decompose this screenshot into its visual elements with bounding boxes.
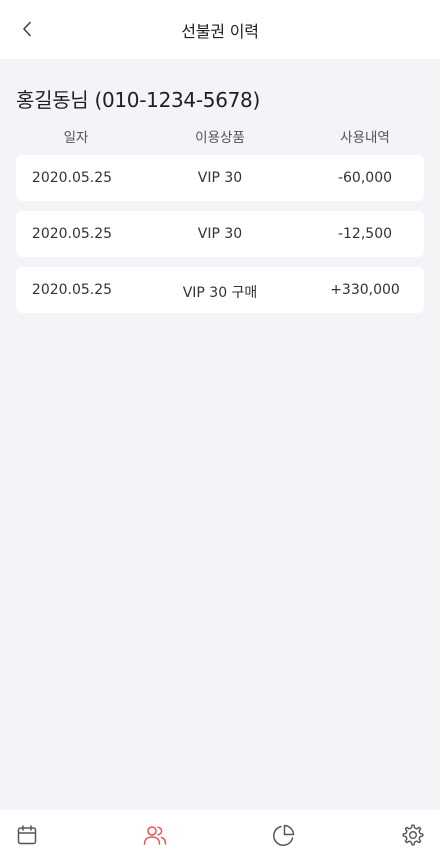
column-header-amount: 사용내역 <box>340 130 390 146</box>
history-row[interactable]: 2020.05.25 VIP 30 -60,000 <box>16 155 424 201</box>
row-date: 2020.05.25 <box>31 282 113 298</box>
history-row[interactable]: 2020.05.25 VIP 30 -12,500 <box>16 211 424 257</box>
page-title: 선불권 이력 <box>181 21 259 41</box>
row-amount: -60,000 <box>337 170 393 186</box>
row-product: VIP 30 <box>197 226 243 242</box>
table-header: 일자 이용상품 사용내역 <box>16 126 424 146</box>
row-date: 2020.05.25 <box>31 226 113 242</box>
row-amount: -12,500 <box>337 226 393 242</box>
row-product: VIP 30 구매 <box>182 285 258 301</box>
row-amount: +330,000 <box>330 282 400 298</box>
nav-calendar[interactable] <box>14 822 40 848</box>
bottom-navigation <box>0 810 440 860</box>
settings-icon <box>402 824 424 846</box>
row-date: 2020.05.25 <box>31 170 113 186</box>
back-button[interactable] <box>14 16 40 42</box>
history-row[interactable]: 2020.05.25 VIP 30 구매 +330,000 <box>16 267 424 313</box>
chevron-left-icon <box>23 21 31 37</box>
column-header-date: 일자 <box>63 130 89 146</box>
calendar-icon <box>17 825 37 845</box>
customer-info: 홍길동님 (010-1234-5678) <box>16 88 260 112</box>
pie-chart-icon <box>273 824 295 846</box>
nav-users[interactable] <box>142 822 168 848</box>
column-header-product: 이용상품 <box>195 130 245 146</box>
row-product: VIP 30 <box>197 170 243 186</box>
app-header: 선불권 이력 <box>0 0 440 59</box>
nav-statistics[interactable] <box>271 822 297 848</box>
nav-settings[interactable] <box>400 822 426 848</box>
users-icon <box>143 826 167 845</box>
